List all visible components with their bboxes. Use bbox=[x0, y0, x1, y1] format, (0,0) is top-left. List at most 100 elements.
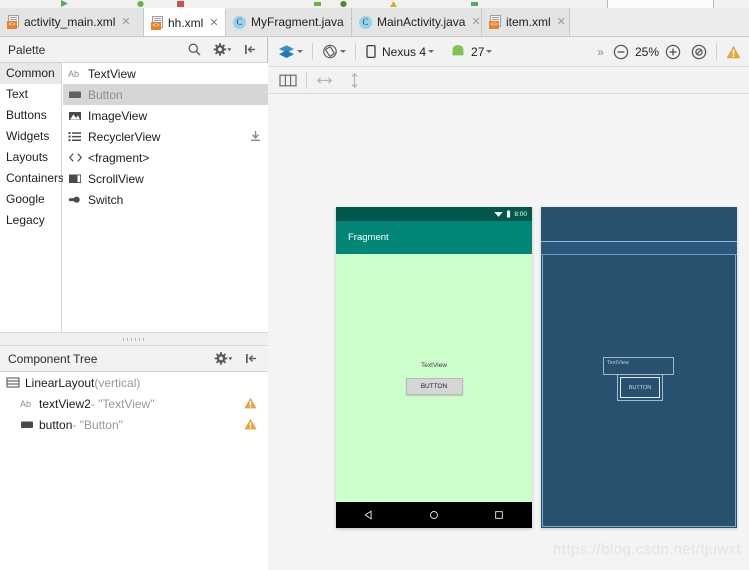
blueprint-textview[interactable]: TextView bbox=[603, 357, 674, 375]
xml-file-icon: <> bbox=[151, 16, 164, 30]
chevron-down-icon[interactable] bbox=[486, 50, 493, 53]
orientation-icon[interactable] bbox=[320, 41, 348, 63]
toolbar-icon-sync[interactable] bbox=[339, 0, 348, 7]
scrollview-icon bbox=[68, 172, 83, 185]
editor-tab-activity-main-xml[interactable]: <> activity_main.xml ✕ bbox=[0, 8, 144, 36]
preview-content[interactable]: TextView BUTTON bbox=[336, 254, 532, 502]
chevron-down-icon[interactable] bbox=[428, 50, 435, 53]
toolbar-icon-warning[interactable] bbox=[389, 0, 398, 7]
preview-button[interactable]: BUTTON bbox=[405, 377, 463, 395]
nav-home-icon[interactable] bbox=[429, 510, 439, 520]
nav-recents-icon[interactable] bbox=[494, 510, 504, 520]
toolbar-separator bbox=[355, 43, 356, 60]
linearlayout-icon bbox=[6, 376, 21, 389]
palette-item-switch[interactable]: Switch bbox=[63, 189, 268, 210]
overflow-chevrons[interactable]: » bbox=[595, 41, 606, 63]
textview-ab-icon: Ab bbox=[68, 67, 83, 80]
close-icon[interactable]: ✕ bbox=[557, 16, 566, 28]
api-level-selector[interactable]: 27 bbox=[448, 41, 494, 63]
app-bar-title: Fragment bbox=[348, 232, 389, 243]
design-toolbar: Nexus 4 27 » 25% bbox=[269, 37, 749, 67]
watermark: https://blog.csdn.net/tjuwxt bbox=[553, 541, 741, 558]
component-tree-panel: Component Tree LinearLayout (vertical) A… bbox=[0, 346, 268, 570]
palette-item-label: RecyclerView bbox=[88, 129, 161, 144]
nav-back-icon[interactable] bbox=[364, 510, 374, 520]
button-icon bbox=[68, 88, 83, 101]
node-detail: (vertical) bbox=[94, 375, 141, 390]
blueprint-button[interactable]: BUTTON bbox=[620, 377, 660, 398]
close-icon[interactable]: ✕ bbox=[121, 16, 130, 28]
switch-icon bbox=[68, 193, 83, 206]
search-icon[interactable] bbox=[187, 42, 202, 57]
toolbar-icon-debug[interactable] bbox=[136, 0, 145, 7]
gear-icon[interactable] bbox=[213, 42, 232, 57]
warning-icon[interactable] bbox=[244, 397, 257, 412]
palette-item-label: ScrollView bbox=[88, 171, 144, 186]
device-selector[interactable]: Nexus 4 bbox=[363, 41, 436, 63]
node-name: LinearLayout bbox=[25, 375, 95, 390]
preview-app-bar: Fragment bbox=[336, 221, 532, 254]
toolbar-separator bbox=[716, 43, 717, 60]
editor-tab-myfragment-java[interactable]: C MyFragment.java ✕ bbox=[226, 8, 359, 36]
palette-category-google[interactable]: Google bbox=[0, 189, 61, 210]
java-class-icon: C bbox=[233, 15, 246, 29]
editor-tab-item-xml[interactable]: <> item.xml ✕ bbox=[482, 8, 570, 36]
category-label: Legacy bbox=[6, 213, 45, 227]
palette-category-containers[interactable]: Containers bbox=[0, 168, 64, 189]
gear-icon[interactable] bbox=[214, 351, 233, 366]
palette-body: Common Text Buttons Widgets Layouts Cont… bbox=[0, 63, 268, 332]
imageview-icon bbox=[68, 109, 83, 122]
palette-item-fragment[interactable]: <fragment> bbox=[63, 147, 268, 168]
zoom-to-fit-button[interactable] bbox=[689, 41, 709, 63]
palette-category-common[interactable]: Common bbox=[0, 63, 61, 84]
palette-category-layouts[interactable]: Layouts bbox=[0, 147, 61, 168]
zoom-in-button[interactable] bbox=[663, 41, 683, 63]
palette-item-imageview[interactable]: ImageView bbox=[63, 105, 268, 126]
palette-category-legacy[interactable]: Legacy bbox=[0, 210, 61, 231]
design-canvas[interactable]: 8:00 Fragment TextView BUTTON TextView B… bbox=[269, 94, 749, 570]
blueprint-preview[interactable]: TextView BUTTON bbox=[541, 207, 737, 528]
component-tree-node-button[interactable]: button - "Button" bbox=[0, 414, 268, 435]
palette-item-scrollview[interactable]: ScrollView bbox=[63, 168, 268, 189]
palette-category-text[interactable]: Text bbox=[0, 84, 61, 105]
chevron-down-icon[interactable] bbox=[340, 50, 346, 53]
toolbar-icon-search-everywhere[interactable] bbox=[470, 0, 479, 7]
editor-tab-hh-xml[interactable]: <> hh.xml ✕ bbox=[144, 8, 226, 36]
design-surface-mode-icon[interactable] bbox=[276, 41, 305, 63]
warning-icon[interactable] bbox=[244, 418, 257, 433]
toolbar-icon-sdk[interactable] bbox=[313, 0, 322, 7]
palette-item-label: TextView bbox=[88, 66, 136, 81]
close-icon[interactable]: ✕ bbox=[209, 17, 218, 29]
category-label: Common bbox=[6, 66, 55, 80]
warning-icon[interactable] bbox=[724, 41, 743, 63]
device-preview[interactable]: 8:00 Fragment TextView BUTTON bbox=[336, 207, 532, 528]
button-icon bbox=[20, 418, 35, 431]
palette-category-widgets[interactable]: Widgets bbox=[0, 126, 61, 147]
split-columns-icon[interactable] bbox=[277, 69, 299, 91]
palette-item-button[interactable]: Button bbox=[63, 84, 268, 105]
expand-vertical-icon[interactable] bbox=[345, 69, 364, 91]
toolbar-icon-run[interactable] bbox=[60, 0, 69, 7]
blueprint-app-bar bbox=[541, 241, 737, 255]
preview-textview[interactable]: TextView bbox=[421, 362, 447, 369]
palette-item-recyclerview[interactable]: RecyclerView bbox=[63, 126, 268, 147]
preview-status-bar: 8:00 bbox=[336, 207, 532, 221]
toolbar-icon-avd[interactable] bbox=[176, 0, 185, 7]
splitter-grip bbox=[123, 338, 145, 341]
component-tree-node-linearlayout[interactable]: LinearLayout (vertical) bbox=[0, 372, 268, 393]
close-icon[interactable]: ✕ bbox=[471, 16, 480, 28]
panel-splitter[interactable] bbox=[0, 332, 268, 346]
editor-tab-mainactivity-java[interactable]: C MainActivity.java ✕ bbox=[352, 8, 482, 36]
palette-category-buttons[interactable]: Buttons bbox=[0, 105, 61, 126]
api-level-label: 27 bbox=[471, 44, 485, 59]
collapse-panel-icon[interactable] bbox=[244, 351, 259, 366]
download-icon[interactable] bbox=[250, 130, 261, 142]
palette-item-textview[interactable]: Ab TextView bbox=[63, 63, 268, 84]
collapse-panel-icon[interactable] bbox=[243, 42, 258, 57]
palette-item-label: ImageView bbox=[88, 108, 148, 123]
expand-horizontal-icon[interactable] bbox=[314, 69, 335, 91]
chevron-down-icon[interactable] bbox=[297, 50, 303, 53]
component-tree-node-textview2[interactable]: Ab textView2 - "TextView" bbox=[0, 393, 268, 414]
zoom-out-button[interactable] bbox=[611, 41, 631, 63]
android-robot-icon bbox=[452, 45, 464, 56]
